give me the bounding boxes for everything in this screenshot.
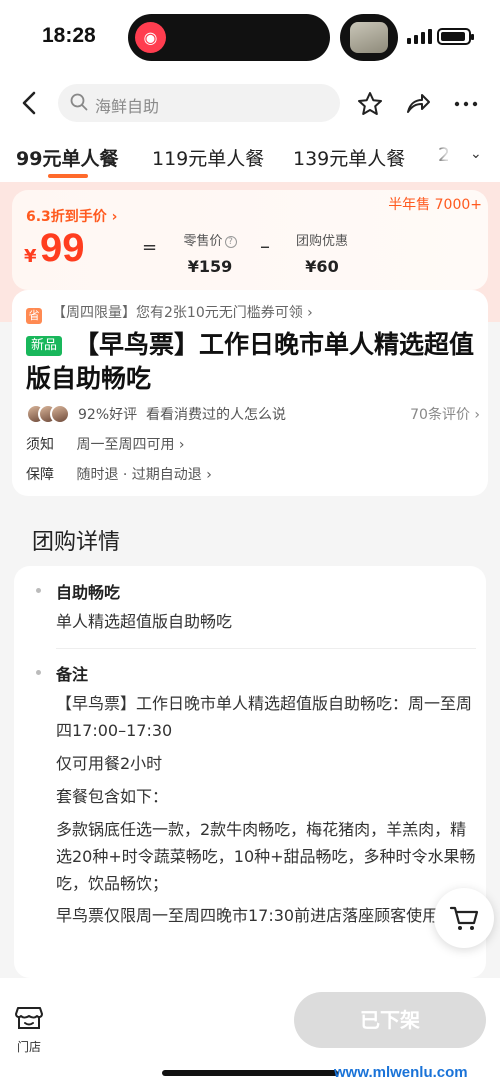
dynamic-island: ◉ bbox=[128, 14, 330, 61]
cart-icon bbox=[449, 906, 479, 930]
off-shelf-button[interactable]: 已下架 bbox=[294, 992, 486, 1048]
half-year-sales: 半年售 7000+ bbox=[388, 197, 482, 213]
tab-119-single[interactable]: 119元单人餐 bbox=[152, 144, 264, 171]
notice-row[interactable]: 须知 周一至周四可用 › bbox=[26, 434, 185, 454]
equals-sign: = bbox=[142, 237, 158, 258]
note-early-bird: 【早鸟票】工作日晚市单人精选超值版自助畅吃：周一至周四17:00–17:30 bbox=[56, 694, 473, 740]
more-options-icon[interactable] bbox=[452, 90, 480, 118]
price-card: 6.3折到手价 › 半年售 7000+ ¥ 99 = 零售价? ¥159 – 团… bbox=[12, 190, 488, 290]
deal-title: 【早鸟票】工作日晚市单人精选超值版自助畅吃 bbox=[26, 330, 475, 393]
deal-title-block: 新品 【早鸟票】工作日晚市单人精选超值版自助畅吃 bbox=[26, 328, 476, 396]
back-arrow-icon[interactable] bbox=[18, 88, 42, 118]
new-badge: 新品 bbox=[26, 336, 63, 356]
detail-heading: 团购详情 bbox=[32, 530, 121, 555]
reviews-link[interactable]: 70条评价 › bbox=[410, 404, 480, 424]
section-divider bbox=[56, 648, 476, 649]
home-indicator bbox=[162, 1070, 338, 1076]
expand-tabs-button[interactable]: ⌄ bbox=[448, 132, 500, 182]
store-icon bbox=[15, 1007, 43, 1029]
tab-139-single[interactable]: 139元单人餐 bbox=[293, 144, 405, 171]
section-buffet-text: 单人精选超值版自助畅吃 bbox=[56, 612, 233, 631]
reviewer-avatars bbox=[26, 404, 72, 424]
deal-info-card: 省【周四限量】您有2张10元无门槛券可领 › 新品 【早鸟票】工作日晚市单人精选超… bbox=[12, 290, 488, 496]
status-time: 18:28 bbox=[42, 24, 96, 47]
status-bar: 18:28 ◉ bbox=[0, 0, 500, 76]
retail-price-label: 零售价 bbox=[183, 234, 223, 249]
note-dining-time: 仅可用餐2小时 bbox=[56, 754, 163, 773]
search-placeholder: 海鲜自助 bbox=[95, 97, 160, 116]
album-art-thumbnail bbox=[350, 22, 388, 53]
section-notes-title: 备注 bbox=[56, 665, 89, 684]
chevron-down-icon: ⌄ bbox=[470, 146, 482, 162]
search-input[interactable]: 海鲜自助 bbox=[58, 84, 340, 122]
cellular-signal-icon bbox=[407, 28, 432, 44]
netease-music-icon: ◉ bbox=[135, 22, 166, 53]
search-icon bbox=[70, 93, 88, 111]
coupon-row[interactable]: 省【周四限量】您有2张10元无门槛券可领 › bbox=[26, 302, 313, 324]
share-icon[interactable] bbox=[404, 90, 432, 118]
cart-button[interactable] bbox=[434, 888, 494, 948]
bullet-dot bbox=[36, 588, 41, 593]
guarantee-row[interactable]: 保障 随时退 · 过期自动退 › bbox=[26, 464, 212, 484]
retail-price-block: 零售价? ¥159 bbox=[178, 230, 242, 276]
guarantee-value: 随时退 · 过期自动退 › bbox=[76, 467, 212, 483]
note-restriction: 早鸟票仅限周一至周四晚市17:30前进店落座顾客使用 bbox=[56, 906, 439, 925]
group-discount-label: 团购优惠 bbox=[295, 234, 348, 249]
minus-sign: – bbox=[260, 234, 270, 258]
question-icon[interactable]: ? bbox=[224, 236, 237, 248]
section-buffet-title: 自助畅吃 bbox=[56, 583, 121, 602]
active-tab-indicator bbox=[48, 174, 88, 178]
group-discount-value: ¥60 bbox=[305, 257, 339, 276]
deal-price: 99 bbox=[40, 226, 85, 270]
favorite-star-icon[interactable] bbox=[356, 90, 384, 118]
detail-card: 自助畅吃 单人精选超值版自助畅吃 备注 【早鸟票】工作日晚市单人精选超值版自助畅… bbox=[14, 566, 486, 978]
top-navigation: 海鲜自助 bbox=[0, 76, 500, 132]
rating-summary: 92%好评 看看消费过的人怎么说 bbox=[78, 407, 287, 423]
note-package-intro: 套餐包含如下： bbox=[56, 787, 169, 806]
coupon-save-icon: 省 bbox=[26, 308, 42, 324]
bullet-dot bbox=[36, 670, 41, 675]
coupon-text: 【周四限量】您有2张10元无门槛券可领 › bbox=[52, 305, 313, 321]
package-tabs: 99元单人餐 119元单人餐 139元单人餐 2 ⌄ bbox=[0, 132, 500, 182]
discount-label[interactable]: 6.3折到手价 › bbox=[26, 206, 117, 226]
guarantee-key: 保障 bbox=[26, 467, 54, 483]
notice-value: 周一至周四可用 › bbox=[76, 437, 185, 453]
store-button[interactable]: 门店 bbox=[14, 1004, 44, 1055]
tab-99-single[interactable]: 99元单人餐 bbox=[16, 144, 118, 171]
rating-row[interactable]: 92%好评 看看消费过的人怎么说 70条评价 › bbox=[26, 402, 480, 426]
notice-key: 须知 bbox=[26, 437, 54, 453]
currency-symbol: ¥ bbox=[24, 246, 37, 267]
note-package-contents: 多款锅底任选一款，2款牛肉畅吃，梅花猪肉，羊羔肉，精选20种+时令蔬菜畅吃，10… bbox=[56, 820, 476, 893]
store-label: 门店 bbox=[16, 1040, 41, 1054]
now-playing-indicator bbox=[340, 14, 398, 61]
retail-price-value: ¥159 bbox=[187, 257, 233, 276]
watermark: www.mlwenlu.com bbox=[334, 1064, 468, 1081]
battery-icon bbox=[437, 28, 474, 45]
group-discount-block: 团购优惠 ¥60 bbox=[290, 230, 354, 276]
